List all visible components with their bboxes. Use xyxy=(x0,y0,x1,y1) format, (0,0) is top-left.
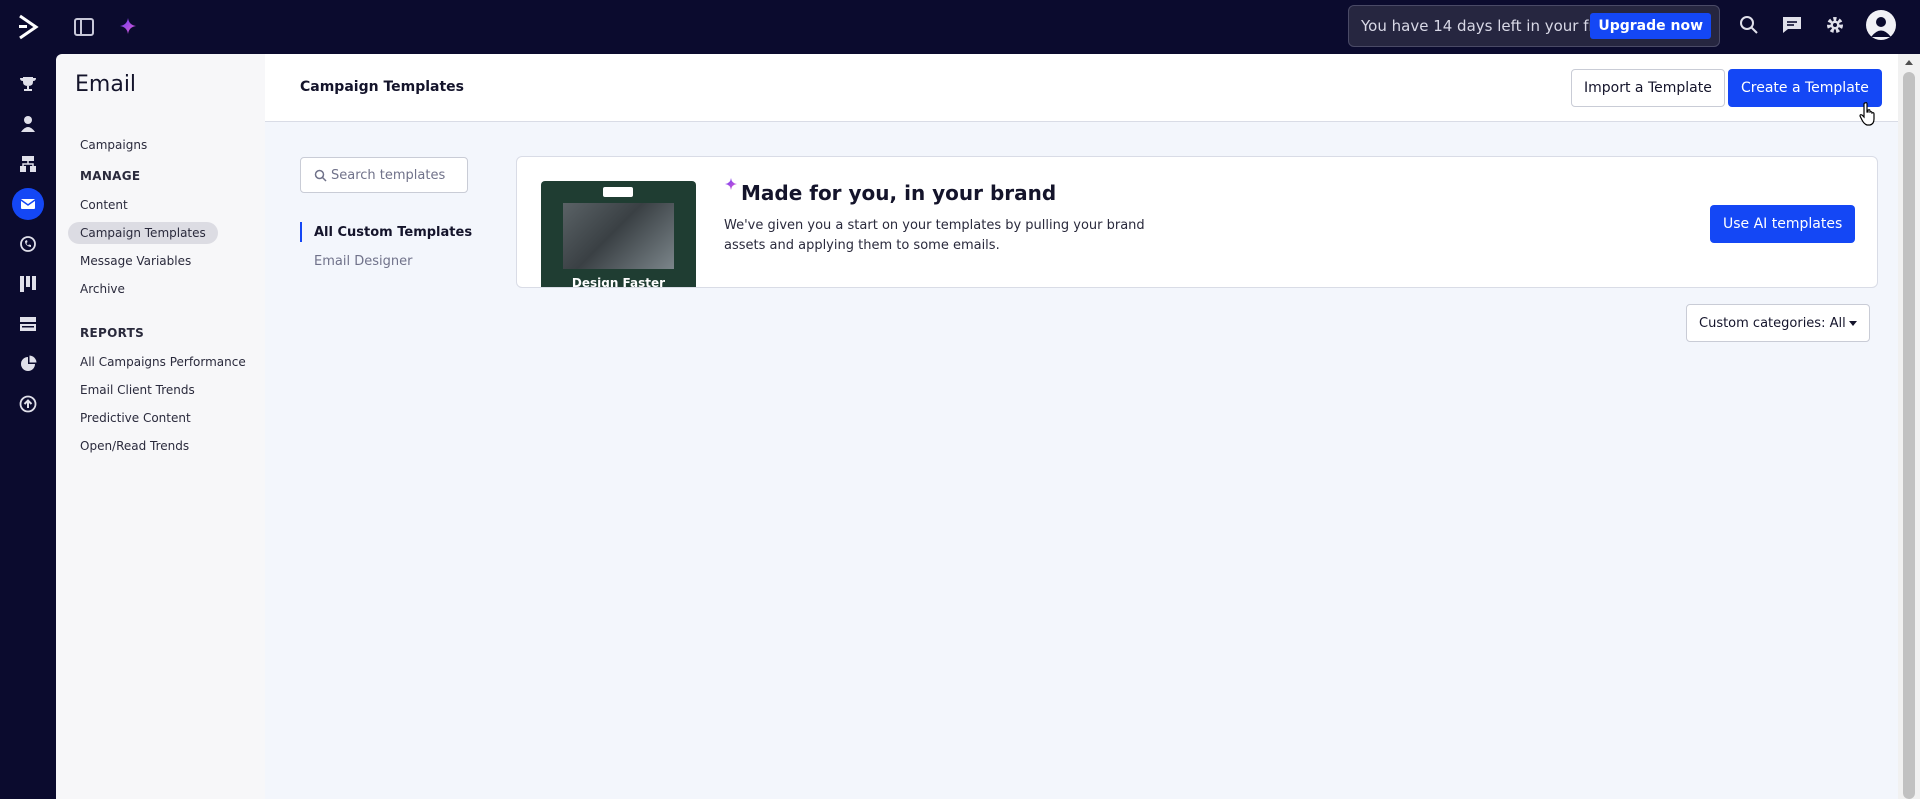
subnav-item-campaigns[interactable]: Campaigns xyxy=(68,134,159,156)
manage-heading: MANAGE xyxy=(80,169,141,183)
trial-banner: You have 14 days left in your free trial… xyxy=(1348,5,1720,47)
scroll-up-arrow-icon[interactable] xyxy=(1905,60,1913,65)
subnav-title: Email xyxy=(75,72,137,97)
promo-description: We've given you a start on your template… xyxy=(724,218,1145,253)
trophy-icon[interactable] xyxy=(14,70,42,98)
custom-categories-select[interactable]: Custom categories: All xyxy=(1686,304,1870,342)
layout-icon[interactable] xyxy=(14,310,42,338)
app-rail xyxy=(0,54,56,799)
categories-value: All xyxy=(1829,315,1846,331)
use-ai-templates-button[interactable]: Use AI templates xyxy=(1710,205,1856,243)
user-icon xyxy=(1871,17,1891,37)
search-icon[interactable] xyxy=(1737,13,1761,37)
thumbnail-logo-chip xyxy=(603,187,633,197)
panel-toggle-icon[interactable] xyxy=(72,15,96,39)
promo-title: Made for you, in your brand xyxy=(741,181,1057,205)
subnav-item-all-campaigns-performance[interactable]: All Campaigns Performance xyxy=(68,351,258,373)
search-field-icon xyxy=(314,169,327,182)
scroll-thumb[interactable] xyxy=(1903,72,1915,799)
app-logo-icon[interactable] xyxy=(18,13,42,41)
search-input[interactable] xyxy=(331,158,465,192)
ai-sparkle-icon xyxy=(725,178,737,190)
template-search xyxy=(300,157,468,193)
subnav-item-archive[interactable]: Archive xyxy=(68,278,137,300)
gear-icon[interactable] xyxy=(1823,13,1847,37)
page-header: Campaign Templates Import a Template Cre… xyxy=(265,54,1898,122)
mail-icon[interactable] xyxy=(12,188,44,220)
kanban-icon[interactable] xyxy=(14,270,42,298)
subnav-item-campaign-templates[interactable]: Campaign Templates xyxy=(68,222,218,244)
ai-templates-promo: Design Faster Made for you, in your bran… xyxy=(516,156,1878,288)
chat-icon[interactable] xyxy=(1780,13,1804,37)
filter-email-designer[interactable]: Email Designer xyxy=(314,254,412,269)
email-subnav: Email Campaigns MANAGE Content Campaign … xyxy=(56,54,265,799)
avatar[interactable] xyxy=(1866,10,1896,40)
upgrade-button[interactable]: Upgrade now xyxy=(1590,13,1711,39)
import-template-button[interactable]: Import a Template xyxy=(1571,69,1725,107)
whatsapp-icon[interactable] xyxy=(14,230,42,258)
filter-all-custom-templates[interactable]: All Custom Templates xyxy=(300,222,472,242)
reports-heading: REPORTS xyxy=(80,326,145,340)
upload-icon[interactable] xyxy=(14,390,42,418)
thumbnail-caption: Design Faster xyxy=(571,276,666,288)
page-scrollbar[interactable] xyxy=(1898,54,1920,799)
top-bar: You have 14 days left in your free trial… xyxy=(0,0,1920,54)
page-title: Campaign Templates xyxy=(300,79,465,95)
subnav-item-open-read-trends[interactable]: Open/Read Trends xyxy=(68,435,201,457)
subnav-item-message-variables[interactable]: Message Variables xyxy=(68,250,203,272)
pie-chart-icon[interactable] xyxy=(14,350,42,378)
main-content: Campaign Templates Import a Template Cre… xyxy=(265,54,1898,799)
sitemap-icon[interactable] xyxy=(14,150,42,178)
ai-sparkle-icon[interactable] xyxy=(116,14,140,38)
thumbnail-photo xyxy=(563,203,674,269)
subnav-item-email-client-trends[interactable]: Email Client Trends xyxy=(68,379,207,401)
subnav-item-content[interactable]: Content xyxy=(68,194,140,216)
promo-thumbnail: Design Faster xyxy=(541,181,696,288)
caret-down-icon xyxy=(1849,321,1857,326)
categories-label: Custom categories: xyxy=(1699,315,1826,331)
hand-cursor-icon xyxy=(1859,102,1875,126)
person-icon[interactable] xyxy=(14,110,42,138)
subnav-item-predictive-content[interactable]: Predictive Content xyxy=(68,407,203,429)
